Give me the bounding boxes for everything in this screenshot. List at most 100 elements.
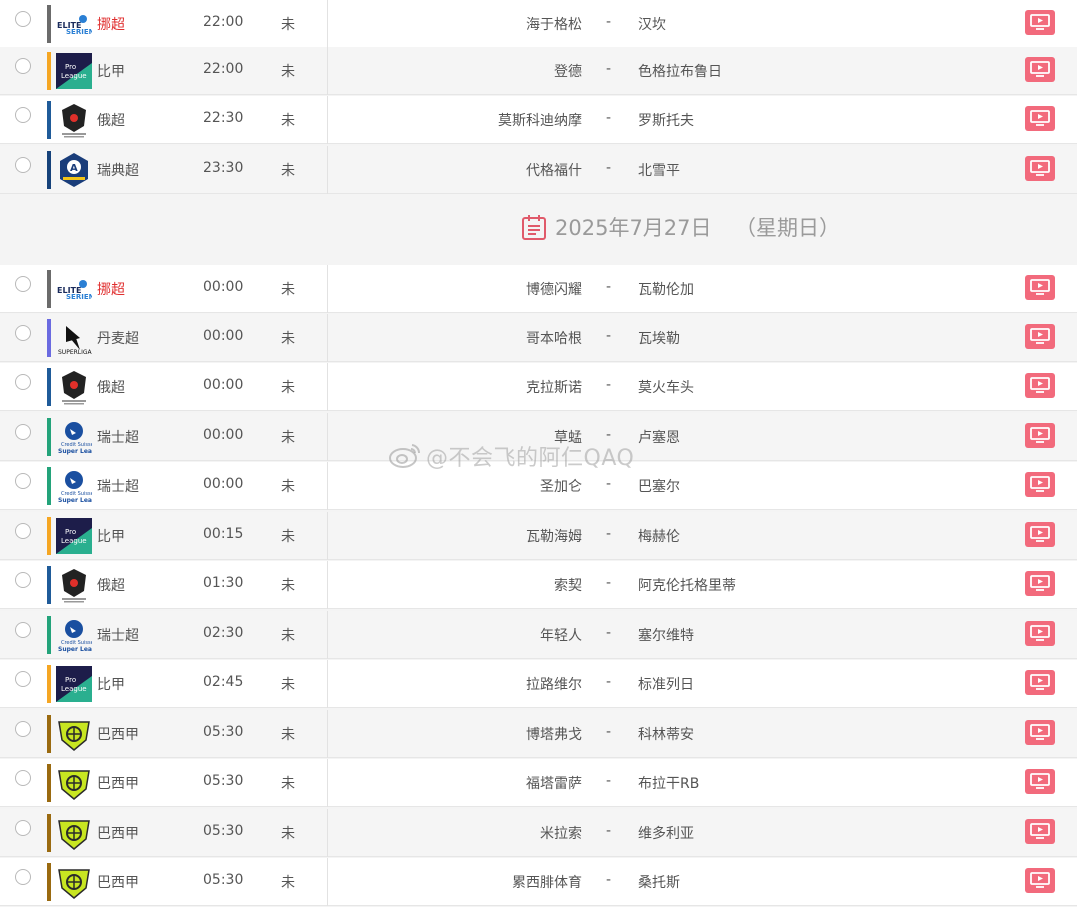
away-team[interactable]: 阿克伦托格里蒂 [638,575,736,595]
live-stream-button[interactable] [1025,621,1055,646]
league-name[interactable]: 比甲 [97,61,125,81]
away-team[interactable]: 瓦埃勒 [638,328,680,348]
live-stream-button[interactable] [1025,275,1055,300]
live-stream-button[interactable] [1025,522,1055,547]
live-stream-button[interactable] [1025,57,1055,82]
league-name[interactable]: 巴西甲 [97,823,139,843]
home-team[interactable]: 代格福什 [526,160,582,180]
league-name[interactable]: 比甲 [97,674,125,694]
away-team[interactable]: 北雪平 [638,160,680,180]
away-team[interactable]: 维多利亚 [638,823,694,843]
row-select-radio[interactable] [15,721,31,737]
row-select-radio[interactable] [15,424,31,440]
away-team[interactable]: 标准列日 [638,674,694,694]
table-row[interactable]: 巴西甲 05:30 未 博塔弗戈 - 科林蒂安 [0,710,1077,758]
away-team[interactable]: 罗斯托夫 [638,110,694,130]
away-team[interactable]: 汉坎 [638,14,666,34]
table-row[interactable]: Pro League 比甲 00:15 未瓦勒海姆 - 梅赫伦 [0,512,1077,560]
league-name[interactable]: 丹麦超 [97,328,139,348]
row-select-radio[interactable] [15,622,31,638]
live-stream-button[interactable] [1025,324,1055,349]
table-row[interactable]: 俄超 00:00 未 克拉斯诺 - 莫火车头 [0,363,1077,411]
league-name[interactable]: 俄超 [97,110,125,130]
home-team[interactable]: 拉路维尔 [526,674,582,694]
row-select-radio[interactable] [15,473,31,489]
table-row[interactable]: 巴西甲 05:30 未 福塔雷萨 - 布拉干RB [0,759,1077,807]
table-row[interactable]: ELITE SERIEN 挪超 22:00 未 海于格松 - 汉坎 [0,0,1077,48]
row-select-radio[interactable] [15,523,31,539]
home-team[interactable]: 克拉斯诺 [526,377,582,397]
away-team[interactable]: 塞尔维特 [638,625,694,645]
home-team[interactable]: 圣加仑 [540,476,582,496]
away-team[interactable]: 布拉干RB [638,773,699,793]
away-team[interactable]: 巴塞尔 [638,476,680,496]
match-status: 未 [281,282,295,298]
away-team[interactable]: 桑托斯 [638,872,680,892]
away-team[interactable]: 卢塞恩 [638,427,680,447]
live-stream-button[interactable] [1025,10,1055,35]
row-select-radio[interactable] [15,107,31,123]
league-name[interactable]: 瑞典超 [97,160,139,180]
league-name[interactable]: 瑞士超 [97,476,139,496]
live-stream-button[interactable] [1025,670,1055,695]
live-stream-button[interactable] [1025,373,1055,398]
table-row[interactable]: SUPERLIGA 丹麦超 00:00 未 哥本哈根 - 瓦埃勒 [0,314,1077,362]
live-stream-button[interactable] [1025,106,1055,131]
table-row[interactable]: A 瑞典超 23:30 未 代格福什 - 北雪平 [0,146,1077,194]
home-team[interactable]: 索契 [554,575,582,595]
home-team[interactable]: 福塔雷萨 [526,773,582,793]
row-select-radio[interactable] [15,276,31,292]
live-stream-button[interactable] [1025,769,1055,794]
home-team[interactable]: 海于格松 [526,14,582,34]
table-row[interactable]: 俄超 22:30 未 莫斯科迪纳摩 - 罗斯托夫 [0,96,1077,144]
table-row[interactable]: 俄超 01:30 未 索契 - 阿克伦托格里蒂 [0,561,1077,609]
table-row[interactable]: ELITE SERIEN 挪超 00:00 未 博德闪耀 - 瓦勒伦加 [0,265,1077,313]
home-team[interactable]: 瓦勒海姆 [526,526,582,546]
row-select-radio[interactable] [15,770,31,786]
league-name[interactable]: 巴西甲 [97,773,139,793]
table-row[interactable]: 巴西甲 05:30 未 米拉索 - 维多利亚 [0,809,1077,857]
home-team[interactable]: 博塔弗戈 [526,724,582,744]
home-team[interactable]: 累西腓体育 [512,872,582,892]
row-select-radio[interactable] [15,325,31,341]
live-stream-button[interactable] [1025,423,1055,448]
live-stream-button[interactable] [1025,868,1055,893]
row-select-radio[interactable] [15,58,31,74]
live-stream-button[interactable] [1025,571,1055,596]
table-row[interactable]: Pro League 比甲 02:45 未拉路维尔 - 标准列日 [0,660,1077,708]
home-team[interactable]: 米拉索 [540,823,582,843]
home-team[interactable]: 登德 [554,61,582,81]
row-select-radio[interactable] [15,572,31,588]
row-select-radio[interactable] [15,820,31,836]
row-select-radio[interactable] [15,11,31,27]
away-team[interactable]: 梅赫伦 [638,526,680,546]
home-team[interactable]: 哥本哈根 [526,328,582,348]
live-stream-button[interactable] [1025,472,1055,497]
row-select-radio[interactable] [15,869,31,885]
league-name[interactable]: 挪超 [97,279,125,299]
home-team[interactable]: 年轻人 [540,625,582,645]
home-team[interactable]: 博德闪耀 [526,279,582,299]
league-name[interactable]: 俄超 [97,575,125,595]
live-stream-button[interactable] [1025,819,1055,844]
league-name[interactable]: 瑞士超 [97,625,139,645]
away-team[interactable]: 科林蒂安 [638,724,694,744]
table-row[interactable]: Credit SuisseSuper League瑞士超 02:30 未 年轻人 - 塞尔… [0,611,1077,659]
league-name[interactable]: 比甲 [97,526,125,546]
league-name[interactable]: 俄超 [97,377,125,397]
league-name[interactable]: 瑞士超 [97,427,139,447]
away-team[interactable]: 色格拉布鲁日 [638,61,722,81]
home-team[interactable]: 莫斯科迪纳摩 [498,110,582,130]
away-team[interactable]: 瓦勒伦加 [638,279,694,299]
live-stream-button[interactable] [1025,156,1055,181]
row-select-radio[interactable] [15,374,31,390]
table-row[interactable]: Pro League 比甲 22:00 未登德 - 色格拉布鲁日 [0,47,1077,95]
away-team[interactable]: 莫火车头 [638,377,694,397]
row-select-radio[interactable] [15,157,31,173]
table-row[interactable]: 巴西甲 05:30 未 累西腓体育 - 桑托斯 [0,858,1077,906]
live-stream-button[interactable] [1025,720,1055,745]
league-name[interactable]: 巴西甲 [97,724,139,744]
league-name[interactable]: 挪超 [97,14,125,34]
league-name[interactable]: 巴西甲 [97,872,139,892]
row-select-radio[interactable] [15,671,31,687]
